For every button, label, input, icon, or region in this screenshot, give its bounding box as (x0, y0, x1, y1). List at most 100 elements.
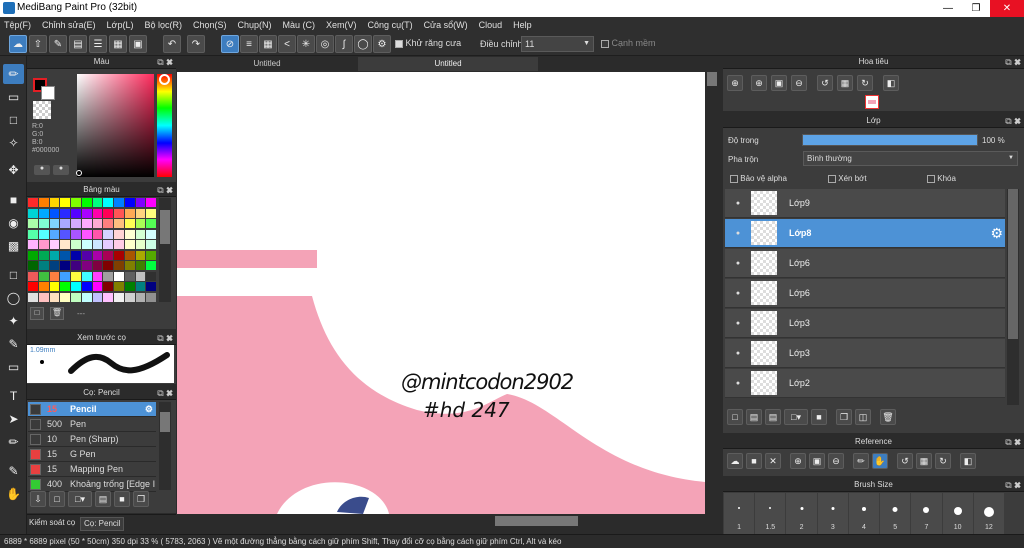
palette-swatch[interactable] (28, 292, 38, 302)
palette-swatch[interactable] (135, 271, 146, 281)
palette-swatch[interactable] (135, 198, 146, 207)
brush-scrollbar[interactable] (159, 402, 171, 490)
select-tool-icon[interactable]: □ (3, 265, 24, 285)
select-eraser-tool-icon[interactable]: ▭ (3, 357, 24, 377)
menu-layer[interactable]: Lớp(L) (107, 20, 134, 30)
smooth-edge-checkbox[interactable] (601, 39, 609, 48)
copy-brush-icon[interactable]: ▤ (95, 491, 111, 507)
protect-alpha-checkbox[interactable] (730, 174, 738, 183)
lock-checkbox[interactable] (927, 174, 935, 183)
palette-swatch[interactable] (28, 250, 38, 260)
delete-layer-icon[interactable]: 🗑 (880, 409, 896, 425)
zoom-in-icon[interactable]: ⊕ (727, 75, 743, 91)
palette-swatch[interactable] (135, 250, 146, 260)
zoom-in-alt-icon[interactable]: ⊕ (751, 75, 767, 91)
palette-swatch[interactable] (146, 229, 156, 239)
palette-swatch[interactable] (38, 198, 49, 207)
layer-row[interactable]: ● Lớp9 (725, 189, 1005, 218)
palette-swatch[interactable] (135, 229, 146, 239)
palette-swatch[interactable] (92, 208, 103, 218)
hue-slider[interactable] (157, 74, 172, 177)
lock-option[interactable]: Khóa (927, 174, 956, 183)
brush-item[interactable]: 15 G Pen (28, 447, 156, 462)
zoom-out-icon[interactable]: ⊖ (828, 453, 844, 469)
menu-snap[interactable]: Chụp(N) (238, 20, 272, 30)
reset-rotation-icon[interactable]: ▦ (837, 75, 853, 91)
palette-swatch[interactable] (49, 282, 60, 291)
upload-icon[interactable]: ⇧ (29, 35, 47, 53)
eye-icon[interactable]: ● (725, 260, 751, 267)
undo-icon[interactable]: ↶ (163, 35, 181, 53)
palette-swatch[interactable] (60, 229, 70, 239)
layer-scrollbar[interactable] (1007, 189, 1019, 405)
palette-swatch[interactable] (38, 250, 49, 260)
layer-row[interactable]: ● Lớp3 (725, 309, 1005, 338)
eraser-tool-icon[interactable]: ▭ (3, 87, 24, 107)
color-mode-icon[interactable]: ● (34, 165, 50, 175)
rotate-right-icon[interactable]: ↻ (857, 75, 873, 91)
palette-swatch[interactable] (124, 240, 135, 249)
operation-tool-icon[interactable]: ➤ (3, 409, 24, 429)
cloud-icon[interactable]: ☁ (727, 453, 743, 469)
palette-swatch[interactable] (60, 292, 70, 302)
document-tab-1[interactable]: Untitled (177, 57, 357, 71)
palette-swatch[interactable] (92, 282, 103, 291)
palette-swatch[interactable] (81, 229, 92, 239)
menu-filter[interactable]: Bộ lọc(R) (144, 20, 182, 30)
palette-swatch[interactable] (60, 198, 70, 207)
palette-swatch[interactable] (60, 261, 70, 270)
palette-swatch[interactable] (60, 271, 70, 281)
palette-swatch[interactable] (103, 229, 113, 239)
canvas-vertical-scrollbar[interactable] (705, 72, 719, 514)
cross-snap-icon[interactable]: ▦ (259, 35, 277, 53)
palette-swatch[interactable] (81, 208, 92, 218)
merge-layer-icon[interactable]: ◫ (855, 409, 871, 425)
list-icon[interactable]: ☰ (89, 35, 107, 53)
palette-swatch[interactable] (71, 282, 81, 291)
layer-scroll-thumb[interactable] (1008, 189, 1018, 339)
text-tool-icon[interactable]: T (3, 386, 24, 406)
menu-file[interactable]: Tệp(F) (4, 20, 31, 30)
palette-swatch[interactable] (49, 229, 60, 239)
palette-swatch[interactable] (38, 282, 49, 291)
menu-help[interactable]: Help (513, 20, 532, 30)
snap-settings-icon[interactable]: ⚙ (373, 35, 391, 53)
hand-tool-icon[interactable]: ✋ (3, 484, 24, 504)
eye-icon[interactable]: ● (725, 290, 751, 297)
palette-swatch[interactable] (71, 229, 81, 239)
palette-swatch[interactable] (28, 271, 38, 281)
palette-swatch[interactable] (92, 198, 103, 207)
palette-swatch[interactable] (60, 219, 70, 228)
palette-swatch[interactable] (38, 292, 49, 302)
palette-swatch[interactable] (38, 219, 49, 228)
reset-rotation-icon[interactable]: ▦ (916, 453, 932, 469)
palette-swatch[interactable] (135, 261, 146, 270)
menu-edit[interactable]: Chỉnh sửa(E) (42, 20, 96, 30)
duplicate-icon[interactable]: ❐ (133, 491, 149, 507)
background-color-swatch[interactable] (41, 86, 55, 100)
minimize-button[interactable]: — (934, 0, 962, 17)
hue-cursor[interactable] (159, 74, 170, 85)
palette-swatch[interactable] (71, 261, 81, 270)
palette-swatch[interactable] (60, 250, 70, 260)
palette-swatch[interactable] (146, 250, 156, 260)
magic-wand-tool-icon[interactable]: ✦ (3, 311, 24, 331)
palette-swatch[interactable] (60, 208, 70, 218)
eye-icon[interactable]: ● (725, 200, 751, 207)
menu-cloud[interactable]: Cloud (479, 20, 503, 30)
rotate-left-icon[interactable]: ↺ (897, 453, 913, 469)
flip-icon[interactable]: ◧ (883, 75, 899, 91)
layer-row[interactable]: ● Lớp8 ⚙ (725, 219, 1005, 248)
palette-swatch[interactable] (146, 292, 156, 302)
bucket-tool-icon[interactable]: ◉ (3, 213, 24, 233)
frame-icon[interactable]: ▣ (129, 35, 147, 53)
menu-color[interactable]: Màu (C) (283, 20, 316, 30)
rectangle-tool-icon[interactable]: □ (3, 110, 24, 130)
palette-swatch[interactable] (92, 271, 103, 281)
brush-tool-icon[interactable]: ✏ (3, 64, 24, 84)
palette-swatch[interactable] (146, 208, 156, 218)
palette-swatch[interactable] (146, 261, 156, 270)
palette-swatch[interactable] (28, 240, 38, 249)
new-halftone-layer-icon[interactable]: ▤ (746, 409, 762, 425)
palette-swatch[interactable] (103, 261, 113, 270)
